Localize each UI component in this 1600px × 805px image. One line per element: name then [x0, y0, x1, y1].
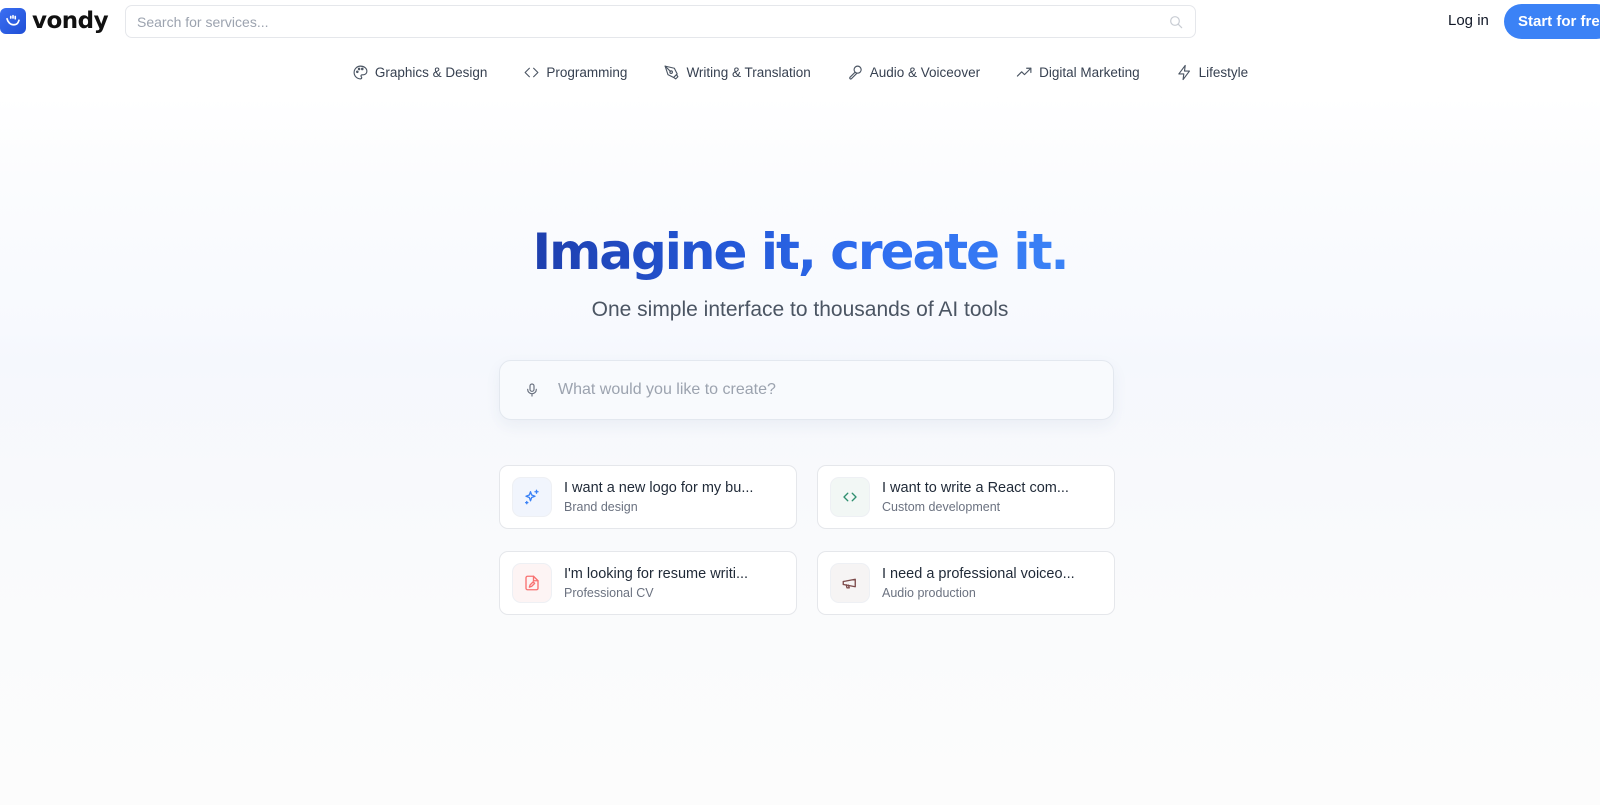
card-subtitle: Audio production	[882, 586, 976, 600]
category-label: Audio & Voiceover	[869, 65, 981, 80]
service-search-bar	[125, 5, 1196, 38]
card-title: I want to write a React com...	[882, 480, 1069, 496]
start-for-free-button[interactable]: Start for free	[1504, 4, 1600, 39]
category-nav: Graphics & Design Programming Writing & …	[0, 64, 1600, 81]
hero-title: Imagine it, create it.	[0, 220, 1600, 284]
sparkles-icon	[524, 489, 539, 505]
code-icon	[843, 492, 857, 502]
category-label: Writing & Translation	[686, 65, 811, 80]
category-label: Programming	[546, 65, 628, 80]
microphone-icon	[848, 65, 862, 80]
card-title: I need a professional voiceo...	[882, 566, 1075, 582]
card-icon-container	[512, 563, 552, 603]
microphone-icon[interactable]	[524, 382, 540, 398]
suggestion-card[interactable]: I want a new logo for my bu... Brand des…	[499, 465, 797, 529]
suggestion-card[interactable]: I'm looking for resume writi... Professi…	[499, 551, 797, 615]
card-title: I'm looking for resume writi...	[564, 566, 749, 582]
card-subtitle: Custom development	[882, 500, 1001, 514]
pen-tool-icon	[664, 65, 679, 80]
login-link[interactable]: Log in	[1448, 12, 1489, 29]
card-subtitle: Professional CV	[564, 586, 654, 600]
category-digital-marketing[interactable]: Digital Marketing	[1016, 64, 1140, 81]
code-icon	[524, 67, 539, 78]
service-search-input[interactable]	[137, 13, 1168, 30]
category-label: Graphics & Design	[374, 65, 488, 80]
lightning-icon	[1177, 64, 1190, 81]
file-edit-icon	[525, 575, 539, 591]
logo[interactable]: vondy	[0, 8, 109, 34]
logo-text: vondy	[32, 8, 109, 34]
category-audio-voiceover[interactable]: Audio & Voiceover	[847, 64, 980, 81]
search-icon[interactable]	[1168, 14, 1184, 30]
shaka-hand-icon	[0, 8, 26, 34]
card-icon-container	[512, 477, 552, 517]
palette-icon	[353, 65, 368, 80]
category-graphics-design[interactable]: Graphics & Design	[352, 64, 488, 81]
card-title: I want a new logo for my bu...	[564, 480, 754, 496]
card-icon-container	[830, 563, 870, 603]
category-programming[interactable]: Programming	[523, 64, 627, 81]
top-header: vondy Log in Start for free	[0, 0, 1600, 44]
category-label: Lifestyle	[1198, 65, 1249, 80]
category-writing-translation[interactable]: Writing & Translation	[663, 64, 811, 81]
megaphone-icon	[842, 578, 856, 589]
suggestion-card[interactable]: I need a professional voiceo... Audio pr…	[817, 551, 1115, 615]
card-icon-container	[830, 477, 870, 517]
hero-subtitle: One simple interface to thousands of AI …	[591, 298, 1009, 321]
suggestion-cards: I want a new logo for my bu... Brand des…	[499, 465, 1115, 615]
category-label: Digital Marketing	[1039, 65, 1140, 80]
create-prompt-box	[499, 360, 1114, 420]
category-lifestyle[interactable]: Lifestyle	[1176, 64, 1249, 81]
card-subtitle: Brand design	[564, 500, 638, 514]
suggestion-card[interactable]: I want to write a React com... Custom de…	[817, 465, 1115, 529]
hero-title-text: Imagine it, create it.	[532, 223, 1070, 281]
create-prompt-input[interactable]	[558, 381, 1089, 399]
trending-up-icon	[1016, 67, 1032, 77]
